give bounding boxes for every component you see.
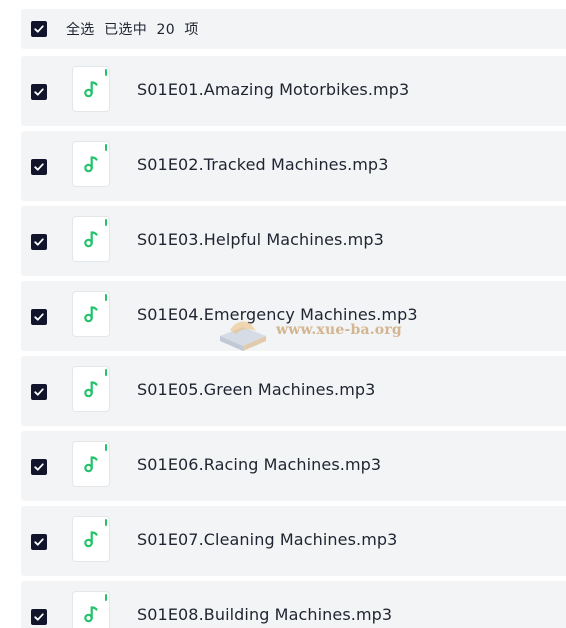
file-name: S01E06.Racing Machines.mp3 (137, 455, 382, 474)
checkmark-icon (34, 88, 44, 96)
music-note-icon (84, 231, 98, 248)
file-name: S01E07.Cleaning Machines.mp3 (137, 530, 398, 549)
file-list: S01E01.Amazing Motorbikes.mp3 S01E02.Tra… (21, 56, 566, 628)
checkmark-icon (34, 613, 44, 621)
file-name: S01E05.Green Machines.mp3 (137, 380, 376, 399)
file-checkbox[interactable] (31, 234, 47, 250)
file-name: S01E03.Helpful Machines.mp3 (137, 230, 384, 249)
file-checkbox[interactable] (31, 384, 47, 400)
music-note-icon (84, 456, 98, 473)
music-note-icon (84, 531, 98, 548)
checkmark-icon (34, 238, 44, 246)
music-note-icon (84, 81, 98, 98)
music-note-icon (84, 381, 98, 398)
selection-count-label: 全选 已选中 20 项 (66, 22, 199, 38)
file-row[interactable]: S01E04.Emergency Machines.mp3 (21, 281, 566, 351)
file-name: S01E04.Emergency Machines.mp3 (137, 305, 418, 324)
file-checkbox[interactable] (31, 609, 47, 625)
file-name: S01E08.Building Machines.mp3 (137, 605, 393, 624)
file-checkbox[interactable] (31, 459, 47, 475)
file-checkbox[interactable] (31, 84, 47, 100)
file-checkbox[interactable] (31, 159, 47, 175)
audio-file-icon (72, 141, 110, 187)
checkmark-icon (34, 538, 44, 546)
music-note-icon (84, 306, 98, 323)
audio-file-icon (72, 216, 110, 262)
file-row[interactable]: S01E07.Cleaning Machines.mp3 (21, 506, 566, 576)
audio-file-icon (72, 291, 110, 337)
checkmark-icon (34, 163, 44, 171)
audio-file-icon (72, 366, 110, 412)
file-selection-page: 全选 已选中 20 项 S01E01.Amazing Motorbikes.mp… (0, 0, 566, 628)
audio-file-icon (72, 66, 110, 112)
file-name: S01E01.Amazing Motorbikes.mp3 (137, 80, 410, 99)
file-row[interactable]: S01E08.Building Machines.mp3 (21, 581, 566, 628)
file-checkbox[interactable] (31, 309, 47, 325)
music-note-icon (84, 606, 98, 623)
checkmark-icon (34, 313, 44, 321)
file-row[interactable]: S01E05.Green Machines.mp3 (21, 356, 566, 426)
selection-header: 全选 已选中 20 项 (21, 9, 566, 49)
audio-file-icon (72, 591, 110, 628)
file-name: S01E02.Tracked Machines.mp3 (137, 155, 389, 174)
audio-file-icon (72, 516, 110, 562)
file-row[interactable]: S01E01.Amazing Motorbikes.mp3 (21, 56, 566, 126)
file-row[interactable]: S01E02.Tracked Machines.mp3 (21, 131, 566, 201)
music-note-icon (84, 156, 98, 173)
file-checkbox[interactable] (31, 534, 47, 550)
select-all-checkbox[interactable] (31, 21, 47, 37)
checkmark-icon (34, 463, 44, 471)
audio-file-icon (72, 441, 110, 487)
checkmark-icon (34, 388, 44, 396)
file-row[interactable]: S01E03.Helpful Machines.mp3 (21, 206, 566, 276)
checkmark-icon (34, 25, 44, 33)
file-row[interactable]: S01E06.Racing Machines.mp3 (21, 431, 566, 501)
